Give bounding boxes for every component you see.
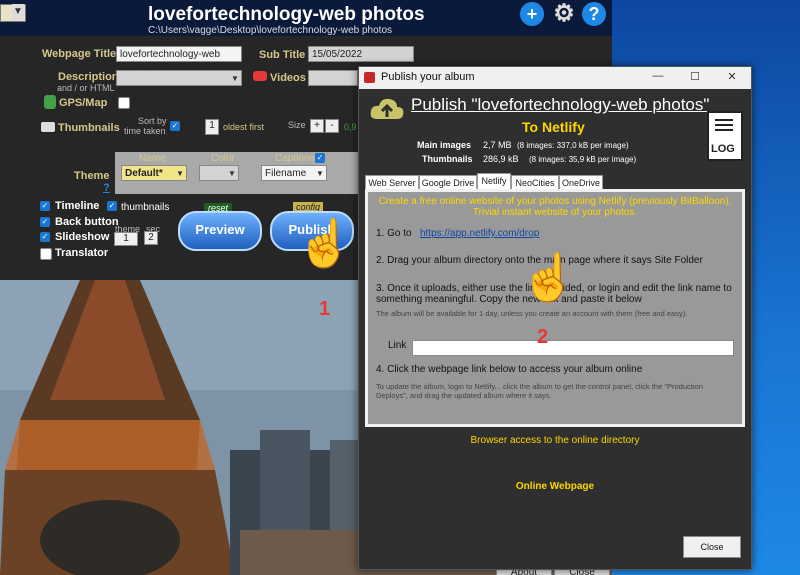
pointing-hand-icon: ☝	[520, 251, 578, 303]
chevron-down-icon[interactable]: ▼	[12, 4, 24, 20]
description-dropdown[interactable]: ▼	[116, 70, 242, 86]
description-label: Description	[58, 71, 119, 83]
thumbnails-info-label: Thumbnails	[422, 154, 473, 164]
backbutton-label: Back button	[55, 216, 119, 228]
gear-icon[interactable]: ⚙	[552, 2, 576, 26]
translator-checkbox[interactable]	[40, 248, 52, 260]
map-icon	[44, 95, 56, 109]
close-icon[interactable]: ✕	[725, 70, 739, 83]
dialog-subheading: To Netlify	[522, 119, 585, 135]
translator-label: Translator	[55, 247, 109, 259]
add-icon[interactable]: +	[520, 2, 544, 26]
size-value: 0,9	[344, 122, 357, 132]
log-label: LOG	[711, 143, 735, 155]
theme-value: Default*	[125, 168, 163, 179]
browser-access-link[interactable]: Browser access to the online directory	[359, 435, 751, 446]
webpage-title-input[interactable]: lovefortechnology-web photos	[116, 46, 242, 76]
link-input[interactable]	[412, 340, 734, 356]
slideshow-checkbox[interactable]: ✓	[40, 232, 50, 242]
slideshow-label: Slideshow	[55, 231, 110, 243]
sort-sub-label: time taken	[124, 126, 166, 136]
thumbnails-detail: (8 images: 35,9 kB per image)	[529, 155, 637, 164]
chevron-down-icon: ▼	[231, 74, 239, 83]
chevron-down-icon: ▼	[228, 169, 236, 178]
captions-dropdown[interactable]: Filename ▼	[261, 165, 327, 181]
netlify-instructions-panel: Create a free online website of your pho…	[368, 192, 742, 424]
size-decrease-button[interactable]: -	[325, 119, 339, 133]
theme-panel: Name Color Captions ✓ Default* ▼ ▼ Filen…	[115, 152, 361, 194]
help-icon[interactable]: ?	[582, 2, 606, 26]
size-label: Size	[288, 120, 306, 130]
videos-dropdown[interactable]	[308, 70, 358, 86]
step3-note: The album will be available for 1 day, u…	[376, 309, 688, 318]
gpsmap-label: GPS/Map	[59, 97, 108, 109]
chevron-down-icon: ▼	[176, 169, 184, 178]
cloud-upload-icon	[370, 98, 404, 119]
color-dropdown[interactable]: ▼	[199, 165, 239, 181]
webpage-title-label: Webpage Title	[42, 48, 117, 60]
thumbnails-size: 286,9 kB	[483, 154, 519, 164]
oldest-first-label: oldest first	[223, 122, 265, 132]
main-images-size: 2,7 MB	[483, 140, 512, 150]
theme-help-link[interactable]: ?	[103, 182, 110, 194]
thumbnails-label: Thumbnails	[58, 122, 120, 134]
sec-number-field[interactable]: 2	[144, 231, 158, 245]
subtitle-input[interactable]: 15/05/2022	[308, 46, 414, 62]
dialog-titlebar: Publish your album — ☐ ✕	[359, 67, 751, 89]
thumbnails-check-label: thumbnails	[121, 202, 170, 213]
captions-checkbox[interactable]: ✓	[315, 153, 325, 163]
app-header: ▼ lovefortechnology-web photos C:\Users\…	[0, 0, 612, 36]
videos-label: Videos	[270, 72, 306, 84]
captions-value: Filename	[265, 168, 307, 179]
log-icon[interactable]: LOG	[707, 111, 743, 161]
theme-dropdown[interactable]: Default* ▼	[121, 165, 187, 181]
timeline-label: Timeline	[55, 200, 100, 212]
captions-column-header: Captions	[275, 153, 315, 164]
maximize-icon[interactable]: ☐	[688, 70, 702, 83]
name-column-header: Name	[139, 153, 166, 164]
step1-text: 1. Go to	[376, 228, 412, 239]
backbutton-checkbox[interactable]: ✓	[40, 217, 50, 227]
dialog-close-button[interactable]: Close	[683, 536, 741, 558]
step4-note: To update the album, login to Netlify...…	[376, 382, 703, 400]
description-sub-label: and / or HTML	[57, 83, 115, 93]
sort-label: Sort by	[138, 116, 167, 126]
subtitle-label: Sub Title	[259, 49, 306, 61]
sort-order-field[interactable]: 1	[205, 119, 219, 135]
sort-checkbox[interactable]: ✓	[170, 121, 180, 131]
tab-content-netlify: Create a free online website of your pho…	[365, 189, 745, 427]
dialog-heading: Publish "lovefortechnology-web photos"	[411, 95, 710, 114]
theme-number-field[interactable]: 1	[114, 232, 138, 246]
netlify-drop-link[interactable]: https://app.netlify.com/drop	[420, 228, 560, 239]
minimize-icon[interactable]: —	[651, 70, 665, 82]
color-column-header: Color	[211, 153, 235, 164]
step4-text: 4. Click the webpage link below to acces…	[376, 364, 643, 375]
main-images-label: Main images	[417, 140, 472, 150]
thumbnails-checkbox[interactable]: ✓	[107, 201, 117, 211]
dialog-title: Publish your album	[381, 71, 475, 83]
online-webpage-link[interactable]: Online Webpage	[359, 481, 751, 492]
netlify-intro: Create a free online website of your pho…	[378, 196, 732, 218]
gpsmap-checkbox[interactable]	[118, 97, 130, 109]
video-icon	[253, 71, 267, 81]
preview-button[interactable]: Preview	[178, 211, 262, 251]
app-title: lovefortechnology-web photos	[148, 4, 425, 25]
main-images-detail: (8 images: 337,0 kB per image)	[517, 141, 629, 150]
size-increase-button[interactable]: +	[310, 119, 324, 133]
step-marker-1: 1	[319, 298, 331, 320]
publish-dialog: Publish your album — ☐ ✕ Publish "lovefo…	[358, 66, 752, 570]
step-marker-2: 2	[537, 326, 549, 348]
app-path: C:\Users\vagge\Desktop\lovefortechnology…	[148, 25, 393, 36]
theme-label: Theme	[74, 170, 110, 182]
pointing-hand-icon: ☝	[296, 217, 354, 269]
chevron-down-icon: ▼	[316, 169, 324, 178]
timeline-checkbox[interactable]: ✓	[40, 201, 50, 211]
app-icon	[364, 72, 375, 83]
camera-icon	[41, 122, 55, 132]
tab-netlify[interactable]: Netlify	[477, 173, 511, 190]
